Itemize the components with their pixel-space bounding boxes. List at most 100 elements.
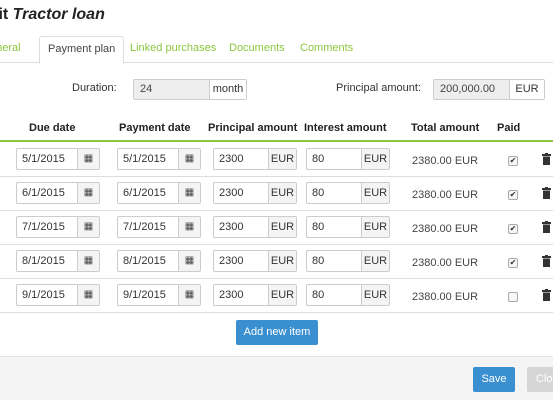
interest-currency: EUR: [362, 285, 389, 305]
principal-value[interactable]: 2300: [214, 217, 269, 237]
interest-currency: EUR: [362, 251, 389, 271]
paid-checkbox[interactable]: ✔: [508, 190, 518, 200]
tab-general[interactable]: eneral: [0, 36, 21, 63]
due-date-input[interactable]: 7/1/2015 ▦: [16, 216, 100, 238]
due-date-input[interactable]: 8/1/2015 ▦: [16, 250, 100, 272]
tab-comments[interactable]: Comments: [300, 36, 353, 63]
payment-date-input[interactable]: 7/1/2015 ▦: [117, 216, 201, 238]
principal-currency: EUR: [269, 285, 296, 305]
paid-checkbox[interactable]: ✔: [508, 156, 518, 166]
principal-amount-label: Principal amount:: [336, 82, 421, 94]
calendar-icon[interactable]: ▦: [78, 149, 99, 169]
payment-date-input[interactable]: 8/1/2015 ▦: [117, 250, 201, 272]
save-button[interactable]: Save: [473, 367, 515, 392]
principal-value[interactable]: 2300: [214, 285, 269, 305]
principal-input[interactable]: 2300 EUR: [213, 250, 297, 272]
tab-bar: eneral Payment plan Linked purchases Doc…: [0, 36, 553, 64]
paid-checkbox[interactable]: [508, 292, 518, 302]
tab-documents[interactable]: Documents: [229, 36, 285, 63]
principal-currency: EUR: [269, 251, 296, 271]
trash-icon[interactable]: [542, 255, 551, 267]
total-amount: 2380.00 EUR: [412, 189, 479, 201]
due-date-value[interactable]: 6/1/2015: [17, 183, 78, 203]
principal-currency: EUR: [269, 183, 296, 203]
interest-value[interactable]: 80: [307, 251, 362, 271]
due-date-value[interactable]: 9/1/2015: [17, 285, 78, 305]
calendar-icon[interactable]: ▦: [179, 251, 200, 271]
interest-input[interactable]: 80 EUR: [306, 250, 390, 272]
interest-input[interactable]: 80 EUR: [306, 216, 390, 238]
tab-payment-plan[interactable]: Payment plan: [39, 36, 125, 64]
paid-checkbox[interactable]: ✔: [508, 258, 518, 268]
calendar-icon[interactable]: ▦: [179, 183, 200, 203]
interest-input[interactable]: 80 EUR: [306, 182, 390, 204]
interest-currency: EUR: [362, 149, 389, 169]
principal-currency: EUR: [269, 149, 296, 169]
col-principal-amount: Principal amount: [208, 122, 298, 134]
principal-value[interactable]: 2300: [214, 251, 269, 271]
payment-date-value[interactable]: 8/1/2015: [118, 251, 179, 271]
interest-input[interactable]: 80 EUR: [306, 148, 390, 170]
col-interest-amount: Interest amount: [304, 122, 387, 134]
total-amount: 2380.00 EUR: [412, 223, 479, 235]
duration-label: Duration:: [72, 82, 117, 94]
principal-value[interactable]: 2300: [214, 149, 269, 169]
payment-date-value[interactable]: 7/1/2015: [118, 217, 179, 237]
due-date-value[interactable]: 7/1/2015: [17, 217, 78, 237]
close-button[interactable]: Clo: [527, 367, 553, 392]
interest-currency: EUR: [362, 217, 389, 237]
principal-value[interactable]: 2300: [214, 183, 269, 203]
payment-date-input[interactable]: 5/1/2015 ▦: [117, 148, 201, 170]
trash-icon[interactable]: [542, 153, 551, 165]
principal-input[interactable]: 2300 EUR: [213, 216, 297, 238]
col-total-amount: Total amount: [411, 122, 480, 134]
due-date-value[interactable]: 5/1/2015: [17, 149, 78, 169]
header-divider: [0, 140, 553, 142]
interest-value[interactable]: 80: [307, 285, 362, 305]
table-row: 8/1/2015 ▦ 8/1/2015 ▦ 2300 EUR 80 EUR 23…: [0, 245, 553, 279]
paid-checkbox[interactable]: ✔: [508, 224, 518, 234]
principal-input[interactable]: 2300 EUR: [213, 182, 297, 204]
trash-icon[interactable]: [542, 187, 551, 199]
payment-date-value[interactable]: 5/1/2015: [118, 149, 179, 169]
total-amount: 2380.00 EUR: [412, 155, 479, 167]
trash-icon[interactable]: [542, 221, 551, 233]
table-row: 6/1/2015 ▦ 6/1/2015 ▦ 2300 EUR 80 EUR 23…: [0, 177, 553, 211]
calendar-icon[interactable]: ▦: [78, 183, 99, 203]
calendar-icon[interactable]: ▦: [179, 285, 200, 305]
calendar-icon[interactable]: ▦: [179, 217, 200, 237]
trash-icon[interactable]: [542, 289, 551, 301]
principal-input[interactable]: 2300 EUR: [213, 148, 297, 170]
duration-field: 24 month: [133, 79, 247, 100]
principal-amount-field: 200,000.00 EUR: [433, 79, 545, 100]
principal-amount-currency: EUR: [510, 80, 544, 99]
due-date-input[interactable]: 5/1/2015 ▦: [16, 148, 100, 170]
col-paid: Paid: [497, 122, 521, 134]
calendar-icon[interactable]: ▦: [78, 251, 99, 271]
payment-date-input[interactable]: 6/1/2015 ▦: [117, 182, 201, 204]
interest-value[interactable]: 80: [307, 183, 362, 203]
calendar-icon[interactable]: ▦: [78, 285, 99, 305]
page-title-prefix: lit: [0, 6, 9, 23]
principal-input[interactable]: 2300 EUR: [213, 284, 297, 306]
col-due-date: Due date: [29, 122, 76, 134]
principal-amount-value: 200,000.00: [434, 80, 510, 99]
page-title: lit Tractor loan: [0, 6, 105, 24]
payment-date-value[interactable]: 6/1/2015: [118, 183, 179, 203]
add-new-item-button[interactable]: Add new item: [236, 320, 318, 345]
dialog-footer: [0, 356, 553, 400]
calendar-icon[interactable]: ▦: [179, 149, 200, 169]
interest-input[interactable]: 80 EUR: [306, 284, 390, 306]
calendar-icon[interactable]: ▦: [78, 217, 99, 237]
principal-currency: EUR: [269, 217, 296, 237]
payment-date-input[interactable]: 9/1/2015 ▦: [117, 284, 201, 306]
due-date-input[interactable]: 6/1/2015 ▦: [16, 182, 100, 204]
due-date-input[interactable]: 9/1/2015 ▦: [16, 284, 100, 306]
interest-value[interactable]: 80: [307, 149, 362, 169]
due-date-value[interactable]: 8/1/2015: [17, 251, 78, 271]
tab-linked-purchases[interactable]: Linked purchases: [130, 36, 216, 63]
table-row: 7/1/2015 ▦ 7/1/2015 ▦ 2300 EUR 80 EUR 23…: [0, 211, 553, 245]
total-amount: 2380.00 EUR: [412, 291, 479, 303]
interest-value[interactable]: 80: [307, 217, 362, 237]
payment-date-value[interactable]: 9/1/2015: [118, 285, 179, 305]
